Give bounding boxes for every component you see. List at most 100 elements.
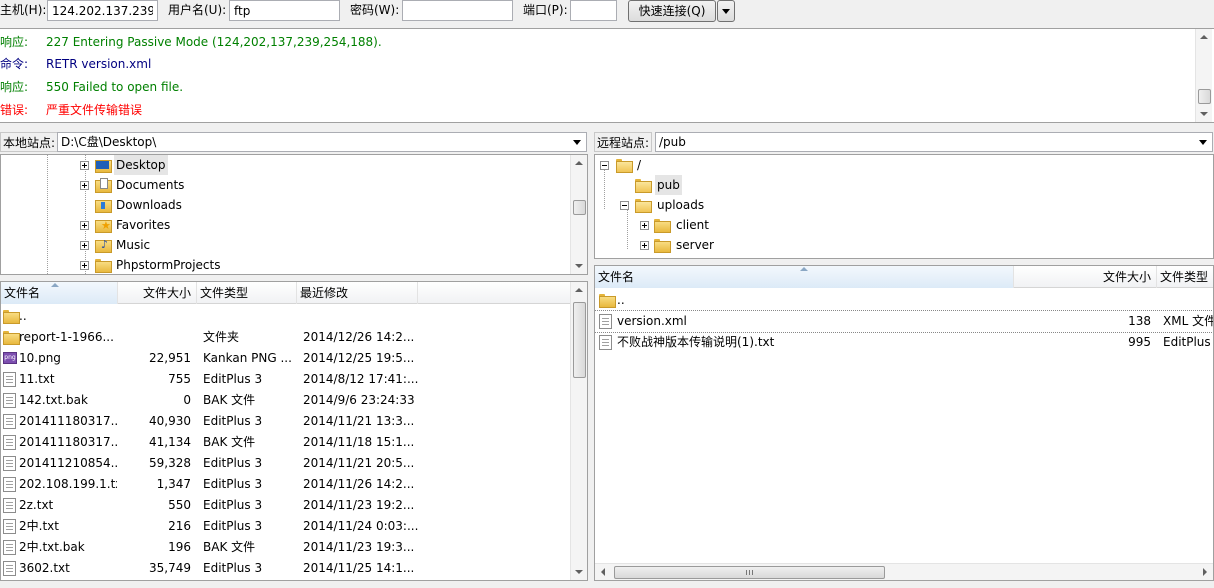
scrollbar-thumb[interactable] [614, 566, 885, 579]
table-row[interactable]: 2z.txt 550 EditPlus 3 2014/11/23 19:2... [1, 495, 569, 516]
expand-icon[interactable] [80, 181, 89, 190]
cell-name: 201411180317... [19, 414, 117, 428]
chevron-down-icon [573, 140, 581, 145]
column-header-type[interactable]: 文件类型 [1157, 266, 1213, 288]
tree-node-desktop[interactable]: Desktop [1, 155, 571, 175]
message-log[interactable]: 响应: 227 Entering Passive Mode (124,202,13… [0, 28, 1214, 123]
cell-modified: 2014/11/21 20:5... [303, 456, 415, 470]
collapse-icon[interactable] [620, 201, 629, 210]
table-row[interactable]: .. [595, 290, 1213, 311]
tree-node-documents[interactable]: Documents [1, 175, 571, 195]
folder-icon [3, 331, 20, 345]
quickconnect-dropdown-button[interactable] [717, 0, 735, 22]
expand-icon[interactable] [640, 221, 649, 230]
folder-icon [3, 310, 20, 324]
cell-size: 138 [1128, 314, 1151, 328]
local-directory-tree[interactable]: Desktop Documents Downloads ★ Favorites … [0, 154, 588, 275]
cell-modified: 2014/11/24 0:03:... [303, 519, 418, 533]
folder-icon [654, 219, 671, 233]
column-header-name[interactable]: 文件名 [1, 282, 118, 304]
column-header-size[interactable]: 文件大小 [118, 282, 197, 304]
scrollbar-thumb[interactable] [573, 302, 586, 378]
user-input[interactable] [229, 0, 340, 21]
cell-modified: 2014/11/21 13:3... [303, 414, 415, 428]
cell-name: 2中.txt.bak [19, 540, 85, 554]
cell-size: 22,951 [149, 351, 191, 365]
cell-modified: 2014/9/6 23:24:33 [303, 393, 415, 407]
desktop-icon [95, 158, 112, 173]
cell-name: 3602.txt [19, 561, 70, 575]
cell-type: 文件夹 [203, 330, 240, 344]
host-input[interactable] [47, 0, 158, 21]
scrollbar-thumb[interactable] [1198, 89, 1211, 104]
table-row[interactable]: 11.txt 755 EditPlus 3 2014/8/12 17:41:... [1, 369, 569, 390]
remote-file-list[interactable]: 文件名 文件大小 文件类型 .. version.xml 138 XML 文件 不败战神… [594, 265, 1214, 581]
file-icon [3, 561, 16, 576]
tree-node-favorites[interactable]: ★ Favorites [1, 215, 571, 235]
file-icon [3, 477, 16, 492]
table-row[interactable]: 不败战神版本传输说明(1).txt 995 EditPlus [595, 332, 1213, 353]
column-header-size[interactable]: 文件大小 [1014, 266, 1157, 288]
remote-directory-tree[interactable]: / pub uploads client server [594, 154, 1214, 259]
table-row[interactable]: 202.108.199.1.txt 1,347 EditPlus 3 2014/11/… [1, 474, 569, 495]
column-header-name[interactable]: 文件名 [595, 266, 1014, 288]
table-row[interactable]: 2中.txt.bak 196 BAK 文件 2014/11/23 19:3... [1, 537, 569, 558]
cell-name: 201411210854... [19, 456, 117, 470]
tree-node-music[interactable]: ♪ Music [1, 235, 571, 255]
tree-node-phpstormprojects[interactable]: PhpstormProjects [1, 255, 571, 274]
host-label: 主机(H): [0, 3, 47, 17]
table-row[interactable]: report-1-1966... 文件夹 2014/12/26 14:2... [1, 327, 569, 348]
cell-modified: 2014/11/26 14:2... [303, 477, 415, 491]
table-row[interactable]: 142.txt.bak 0 BAK 文件 2014/9/6 23:24:33 [1, 390, 569, 411]
quickconnect-button[interactable]: 快速连接(Q) [628, 0, 716, 22]
table-row[interactable]: 201411210854... 59,328 EditPlus 3 2014/11/2… [1, 453, 569, 474]
local-site-bar: 本地站点: D:\C盘\Desktop\ [0, 130, 588, 154]
column-header-modified[interactable]: 最近修改 [297, 282, 418, 304]
tree-node-uploads[interactable]: uploads [595, 195, 1195, 215]
collapse-icon[interactable] [600, 161, 609, 170]
table-row[interactable]: version.xml 138 XML 文件 [595, 310, 1213, 333]
table-row[interactable]: 201411180317... 40,930 EditPlus 3 2014/11/2… [1, 411, 569, 432]
cell-size: 550 [168, 498, 191, 512]
tree-node-server[interactable]: server [595, 235, 1195, 255]
cell-name: 201411180317... [19, 435, 117, 449]
remote-path-combo[interactable]: /pub [655, 132, 1213, 152]
tree-node-pub[interactable]: pub [595, 175, 1195, 195]
local-path-combo[interactable]: D:\C盘\Desktop\ [57, 132, 587, 152]
expand-icon[interactable] [80, 241, 89, 250]
file-icon [3, 498, 16, 513]
cell-type: EditPlus 3 [203, 519, 263, 533]
scrollbar-thumb[interactable] [573, 200, 586, 215]
expand-icon[interactable] [80, 161, 89, 170]
table-row[interactable]: .. [1, 306, 569, 327]
tree-node-root[interactable]: / [595, 155, 1195, 175]
expand-icon[interactable] [640, 241, 649, 250]
image-file-icon: png [3, 352, 17, 364]
tree-node-client[interactable]: client [595, 215, 1195, 235]
file-icon [599, 335, 612, 350]
column-header-type[interactable]: 文件类型 [197, 282, 297, 304]
cell-size: 0 [183, 393, 191, 407]
password-input[interactable] [402, 0, 513, 21]
cell-type: EditPlus 3 [203, 372, 263, 386]
local-file-list[interactable]: 文件名 文件大小 文件类型 最近修改 .. report-1-1966... 文件夹… [0, 281, 588, 581]
log-scrollbar[interactable] [1195, 29, 1212, 122]
table-row[interactable]: 3602.txt 35,749 EditPlus 3 2014/11/25 14:1.… [1, 558, 569, 579]
chevron-down-icon [722, 9, 730, 14]
table-row[interactable]: 201411180317... 41,134 BAK 文件 2014/11/18 15… [1, 432, 569, 453]
cell-name: 不败战神版本传输说明(1).txt [617, 335, 775, 349]
remote-list-hscrollbar[interactable] [595, 563, 1213, 580]
expand-icon[interactable] [80, 221, 89, 230]
tree-node-downloads[interactable]: Downloads [1, 195, 571, 215]
table-row[interactable]: png 10.png 22,951 Kankan PNG ... 2014/12/25 … [1, 348, 569, 369]
cell-type: Kankan PNG ... [203, 351, 292, 365]
table-row[interactable]: 2中.txt 216 EditPlus 3 2014/11/24 0:03:... [1, 516, 569, 537]
local-list-scrollbar[interactable] [570, 282, 587, 580]
port-input[interactable] [570, 0, 617, 21]
expand-icon[interactable] [80, 261, 89, 270]
local-tree-scrollbar[interactable] [570, 155, 587, 274]
chevron-down-icon [1199, 140, 1207, 145]
cell-modified: 2014/12/25 19:5... [303, 351, 415, 365]
cell-type: BAK 文件 [203, 435, 256, 449]
cell-name: 2z.txt [19, 498, 54, 512]
